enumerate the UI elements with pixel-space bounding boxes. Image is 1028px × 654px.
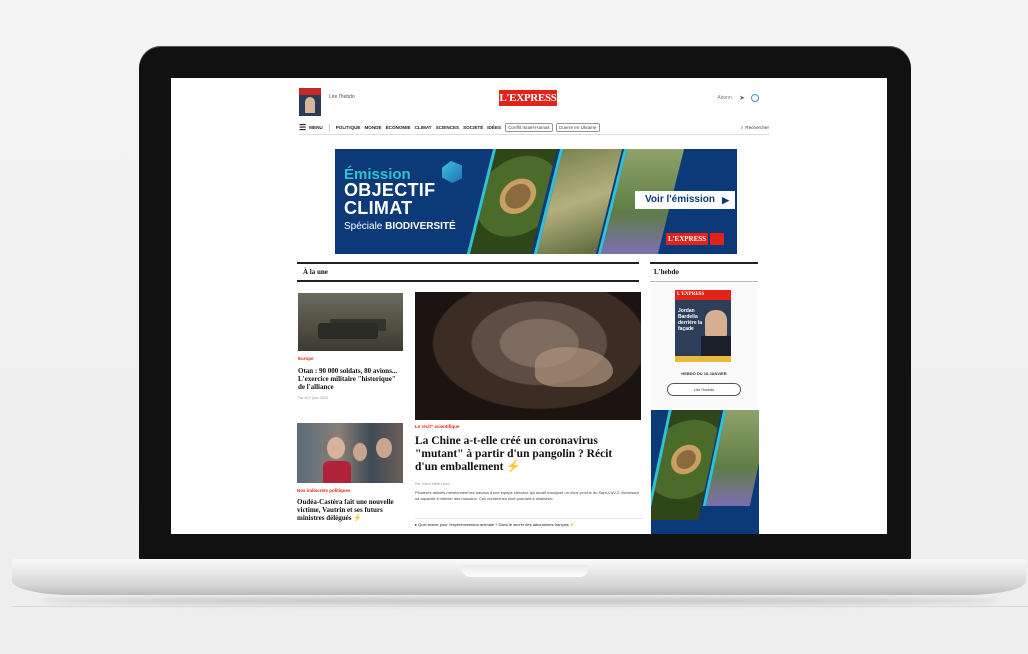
search-icon: ⌕ [740, 125, 744, 130]
cover-title: Jordan Bardella derrière la façade [678, 308, 703, 332]
nav-link-economie[interactable]: ÉCONOMIE [386, 125, 411, 130]
hebdo-cover[interactable]: L'EXPRESS Jordan Bardella derrière la fa… [675, 290, 731, 362]
nav-link-politique[interactable]: POLITIQUE [336, 125, 361, 130]
website: Lire l'hebdo L'EXPRESS Abonn. ➤ ☰ MENU P… [171, 78, 887, 534]
article-headline[interactable]: Oudéa-Castéra fait une nouvelle victime,… [297, 498, 403, 522]
nav-link-idees[interactable]: IDÉES [487, 125, 501, 130]
related-link[interactable]: ▸ Quel avenir pour l'expérimentation ani… [415, 518, 643, 527]
cover-strip [675, 356, 731, 362]
site-topbar: Lire l'hebdo L'EXPRESS Abonn. ➤ [299, 88, 769, 116]
featured-image-pangolin[interactable] [415, 292, 641, 420]
topic-chip-ukraine[interactable]: Guerre en Ukraine [555, 123, 600, 132]
article-image-tanks[interactable] [298, 293, 403, 351]
hebdo-title: L'hebdo [650, 262, 758, 282]
banner-title-line2: CLIMAT [344, 198, 413, 218]
sidebar-ad[interactable] [651, 410, 759, 534]
featured-headline[interactable]: La Chine a-t-elle créé un coronavirus "m… [415, 435, 637, 474]
nav-link-sciences[interactable]: SCIENCES [436, 125, 460, 130]
article-category[interactable]: Nos indiscrets politiques [297, 488, 351, 493]
account-area: Abonn. ➤ [717, 94, 759, 102]
nav-link-societe[interactable]: SOCIÉTÉ [463, 125, 483, 130]
section-title: À la une [297, 262, 639, 282]
cover-logo: L'EXPRESS [675, 290, 731, 300]
nav-divider [328, 123, 330, 132]
scene-background: Lire l'hebdo L'EXPRESS Abonn. ➤ ☰ MENU P… [0, 0, 1028, 654]
banner-subtitle: Spéciale BIODIVERSITÉ [344, 221, 456, 232]
featured-excerpt: Plusieurs articles mentionnent les trava… [415, 490, 639, 501]
watch-emission-button[interactable]: Voir l'émission [635, 191, 735, 209]
hebdo-thumbnail[interactable] [299, 88, 321, 116]
emission-banner[interactable]: Émission OBJECTIF CLIMAT Spéciale BIODIV… [335, 149, 737, 254]
read-hebdo-button[interactable]: Lire l'hebdo [667, 383, 741, 396]
site-logo[interactable]: L'EXPRESS [499, 90, 557, 106]
article-headline[interactable]: Otan : 90 000 soldats, 80 avions... L'ex… [298, 367, 402, 391]
article-image-politics[interactable] [297, 423, 403, 483]
subscribe-link[interactable]: Abonn. [717, 95, 733, 101]
cover-portrait [705, 310, 727, 338]
menu-button[interactable]: MENU [309, 125, 323, 130]
main-nav: ☰ MENU POLITIQUE MONDE ÉCONOMIE CLIMAT S… [299, 121, 769, 135]
bolt-icon: ⚡ [353, 514, 362, 522]
send-icon[interactable]: ➤ [739, 94, 745, 102]
featured-meta: Par Victor Alibert pam [415, 482, 450, 486]
laptop-screen: Lire l'hebdo L'EXPRESS Abonn. ➤ ☰ MENU P… [171, 78, 887, 534]
hebdo-date: HEBDO DU 18 JANVIER [681, 371, 727, 376]
article-category[interactable]: Europe [298, 356, 314, 361]
search-label: Rechercher [745, 125, 769, 130]
nav-link-climat[interactable]: CLIMAT [415, 125, 432, 130]
bolt-icon: ⚡ [506, 461, 521, 473]
nav-link-monde[interactable]: MONDE [364, 125, 381, 130]
menu-icon[interactable]: ☰ [299, 123, 306, 132]
topic-chip-israel-hamas[interactable]: Conflit Israël-Hamas [505, 123, 553, 132]
user-icon[interactable] [751, 94, 759, 102]
search-button[interactable]: ⌕ Rechercher [741, 125, 769, 130]
read-hebdo-link[interactable]: Lire l'hebdo [329, 94, 355, 100]
banner-logo-mark [710, 233, 724, 245]
featured-category[interactable]: Le récit" scientifique [415, 424, 459, 429]
cube-logo-icon [442, 161, 462, 183]
bolt-icon: ⚡ [569, 522, 575, 527]
floor-line [12, 606, 1028, 607]
laptop-notch [462, 565, 588, 577]
laptop-shadow [40, 598, 1000, 604]
article-meta: Par le P. janv 2024 [298, 396, 328, 400]
banner-logo: L'EXPRESS [666, 233, 708, 245]
